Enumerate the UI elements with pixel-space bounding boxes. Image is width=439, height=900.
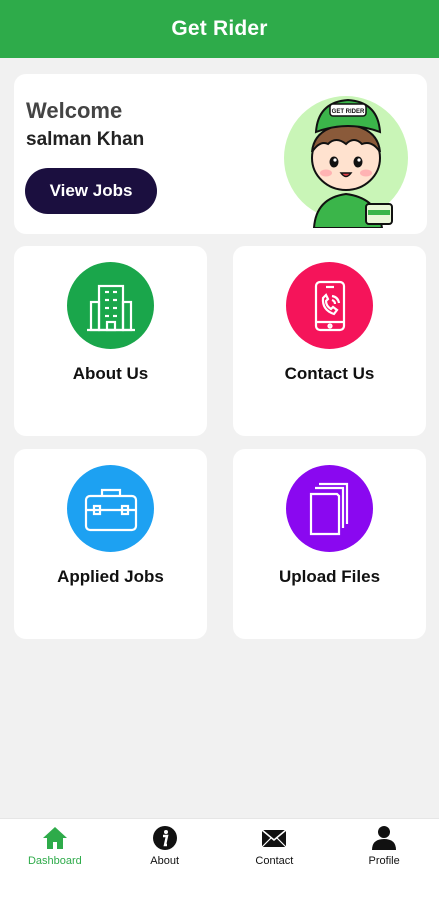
tile-upload-files[interactable]: Upload Files	[233, 449, 426, 639]
files-icon	[286, 465, 373, 552]
nav-label: Dashboard	[27, 855, 82, 867]
rider-mascot-image: GET RIDER	[284, 96, 408, 228]
tile-applied-jobs[interactable]: Applied Jobs	[14, 449, 207, 639]
tile-about-us[interactable]: About Us	[14, 246, 207, 436]
nav-label: About	[150, 855, 179, 867]
bottom-navigation: Dashboard About Contact Profile	[0, 818, 439, 874]
tile-label: Upload Files	[278, 567, 381, 586]
nav-item-profile[interactable]: Profile	[329, 819, 439, 874]
nav-label: Contact	[255, 855, 294, 867]
app-title: Get Rider	[171, 17, 268, 40]
tile-label: Contact Us	[284, 364, 375, 383]
tile-contact-us[interactable]: Contact Us	[233, 246, 426, 436]
welcome-heading: Welcome	[26, 98, 123, 123]
phone-icon	[286, 262, 373, 349]
svg-text:GET RIDER: GET RIDER	[332, 109, 365, 115]
home-icon	[42, 827, 67, 849]
mail-icon	[261, 829, 287, 848]
system-bottom-strip	[0, 874, 439, 900]
tile-label: About Us	[72, 364, 149, 383]
view-jobs-button[interactable]: View Jobs	[25, 168, 157, 214]
info-icon	[152, 826, 177, 850]
nav-label: Profile	[368, 855, 400, 867]
nav-item-contact[interactable]: Contact	[220, 819, 330, 874]
building-icon	[67, 262, 154, 349]
person-icon	[372, 826, 397, 850]
tile-label: Applied Jobs	[57, 567, 164, 586]
app-bar: Get Rider	[0, 0, 439, 58]
nav-item-dashboard[interactable]: Dashboard	[0, 819, 110, 874]
welcome-card: Welcome salman Khan View Jobs GET RIDER	[14, 74, 427, 234]
briefcase-icon	[67, 465, 154, 552]
nav-item-about[interactable]: About	[110, 819, 220, 874]
user-name: salman Khan	[26, 129, 145, 150]
